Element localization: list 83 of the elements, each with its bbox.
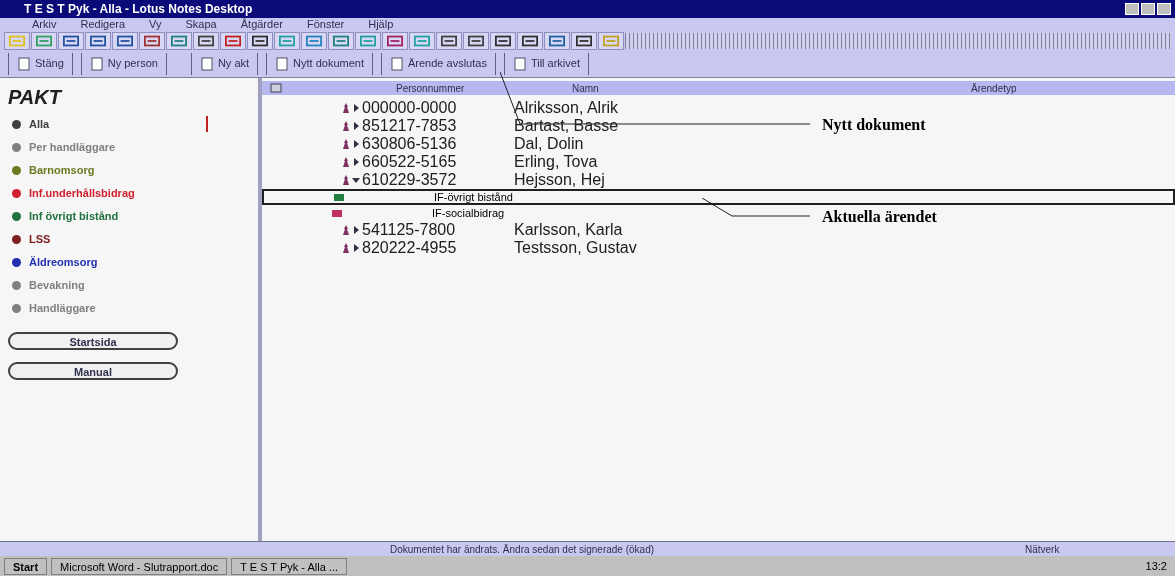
- person-id: 660522-5165: [362, 152, 458, 172]
- tool-icon[interactable]: [112, 31, 138, 50]
- document-icon: [89, 56, 104, 71]
- caret-right-icon[interactable]: [352, 244, 360, 252]
- tool-icon[interactable]: [247, 31, 273, 50]
- action-button[interactable]: Ny person: [80, 52, 167, 75]
- tool-icon[interactable]: [382, 31, 408, 50]
- case-label: IF-övrigt bistånd: [434, 189, 513, 205]
- caret-right-icon[interactable]: [352, 104, 360, 112]
- tool-icon[interactable]: [436, 31, 462, 50]
- action-button[interactable]: Stäng: [8, 52, 73, 75]
- tool-icon[interactable]: [490, 31, 516, 50]
- caret-right-icon[interactable]: [352, 140, 360, 148]
- menu-item[interactable]: Redigera: [80, 19, 126, 30]
- taskbar-clock: 13:2: [1145, 558, 1168, 574]
- action-button[interactable]: Nytt dokument: [266, 52, 373, 75]
- nav-item[interactable]: Alla: [8, 116, 208, 132]
- tool-icon[interactable]: [544, 31, 570, 50]
- column-heading[interactable]: Namn: [572, 80, 947, 96]
- nav-item[interactable]: Äldreomsorg: [8, 254, 208, 270]
- tool-icon[interactable]: [193, 31, 219, 50]
- tool-icon[interactable]: [139, 31, 165, 50]
- document-icon: [275, 56, 290, 71]
- tool-icon[interactable]: [58, 31, 84, 50]
- status-location: Nätverk: [1025, 542, 1061, 557]
- document-icon: [512, 56, 527, 71]
- person-id: 610229-3572: [362, 170, 458, 190]
- nav-item[interactable]: Inf övrigt bistånd: [8, 208, 208, 224]
- case-row[interactable]: IF-övrigt bistånd: [262, 189, 1175, 205]
- nav-item[interactable]: Handläggare: [8, 300, 208, 316]
- tool-icon[interactable]: [220, 31, 246, 50]
- person-name: Alriksson, Alrik: [514, 98, 619, 118]
- nav-item[interactable]: LSS: [8, 231, 208, 247]
- person-id: 541125-7800: [362, 220, 457, 240]
- document-icon: [17, 56, 31, 71]
- nav-item[interactable]: Barnomsorg: [8, 162, 208, 178]
- column-heading[interactable]: Personnummer: [332, 80, 572, 96]
- status-message: Dokumentet har ändrats. Ändra sedan det signerade (ökad): [390, 542, 656, 557]
- document-icon: [390, 56, 404, 71]
- person-name: Karlsson, Karla: [514, 220, 623, 240]
- caret-right-icon[interactable]: [352, 226, 360, 234]
- tool-icon[interactable]: [571, 31, 597, 50]
- taskbar-task[interactable]: T E S T Pyk - Alla ...: [231, 557, 348, 575]
- action-button[interactable]: Ny akt: [190, 52, 259, 75]
- start-button[interactable]: Start: [4, 557, 48, 575]
- menu-item[interactable]: Fönster: [306, 19, 345, 30]
- menu-item[interactable]: Arkiv: [32, 19, 57, 30]
- case-label: IF-socialbidrag: [432, 205, 505, 221]
- person-id: 820222-4955: [362, 238, 458, 258]
- case-row[interactable]: IF-socialbidrag: [262, 205, 762, 221]
- person-id: 851217-7853: [362, 116, 458, 136]
- caret-right-icon[interactable]: [352, 158, 360, 166]
- menu-item[interactable]: Vy: [149, 19, 162, 30]
- person-name: Testsson, Gustav: [514, 238, 637, 258]
- document-icon: [199, 56, 214, 71]
- nav-button[interactable]: Startsida: [8, 332, 178, 350]
- app-logo: PAKT: [8, 85, 64, 110]
- tool-icon[interactable]: [463, 31, 489, 50]
- person-name: Bartast, Basse: [514, 116, 619, 136]
- window-title: T E S T Pyk - Alla - Lotus Notes Desktop: [24, 1, 253, 18]
- taskbar-task[interactable]: Microsoft Word - Slutrapport.doc: [51, 557, 228, 575]
- caret-down-icon[interactable]: [352, 176, 360, 184]
- tool-icon[interactable]: [517, 31, 543, 50]
- menu-item[interactable]: Skapa: [185, 19, 217, 30]
- menu-item[interactable]: Åtgärder: [240, 19, 283, 30]
- person-id: 630806-5136: [362, 134, 458, 154]
- person-name: Hejsson, Hej: [514, 170, 605, 190]
- annotation-label: Nytt dokument: [822, 115, 926, 136]
- action-button[interactable]: Till arkivet: [503, 52, 589, 75]
- nav-item[interactable]: Bevakning: [8, 277, 208, 293]
- person-name: Erling, Tova: [514, 152, 598, 172]
- action-button[interactable]: Ärende avslutas: [381, 52, 496, 75]
- annotation-label: Aktuella ärendet: [822, 207, 937, 227]
- column-heading[interactable]: Ärendetyp: [947, 80, 1175, 96]
- nav-item[interactable]: Inf.underhållsbidrag: [8, 185, 208, 201]
- caret-right-icon[interactable]: [352, 122, 360, 130]
- person-id: 000000-0000: [362, 98, 458, 118]
- person-name: Dal, Dolin: [514, 134, 584, 154]
- tool-icon[interactable]: [85, 31, 111, 50]
- nav-item[interactable]: Per handläggare: [8, 139, 208, 155]
- nav-button[interactable]: Manual: [8, 362, 178, 380]
- menu-item[interactable]: Hjälp: [368, 19, 394, 30]
- column-icon[interactable]: [270, 83, 282, 93]
